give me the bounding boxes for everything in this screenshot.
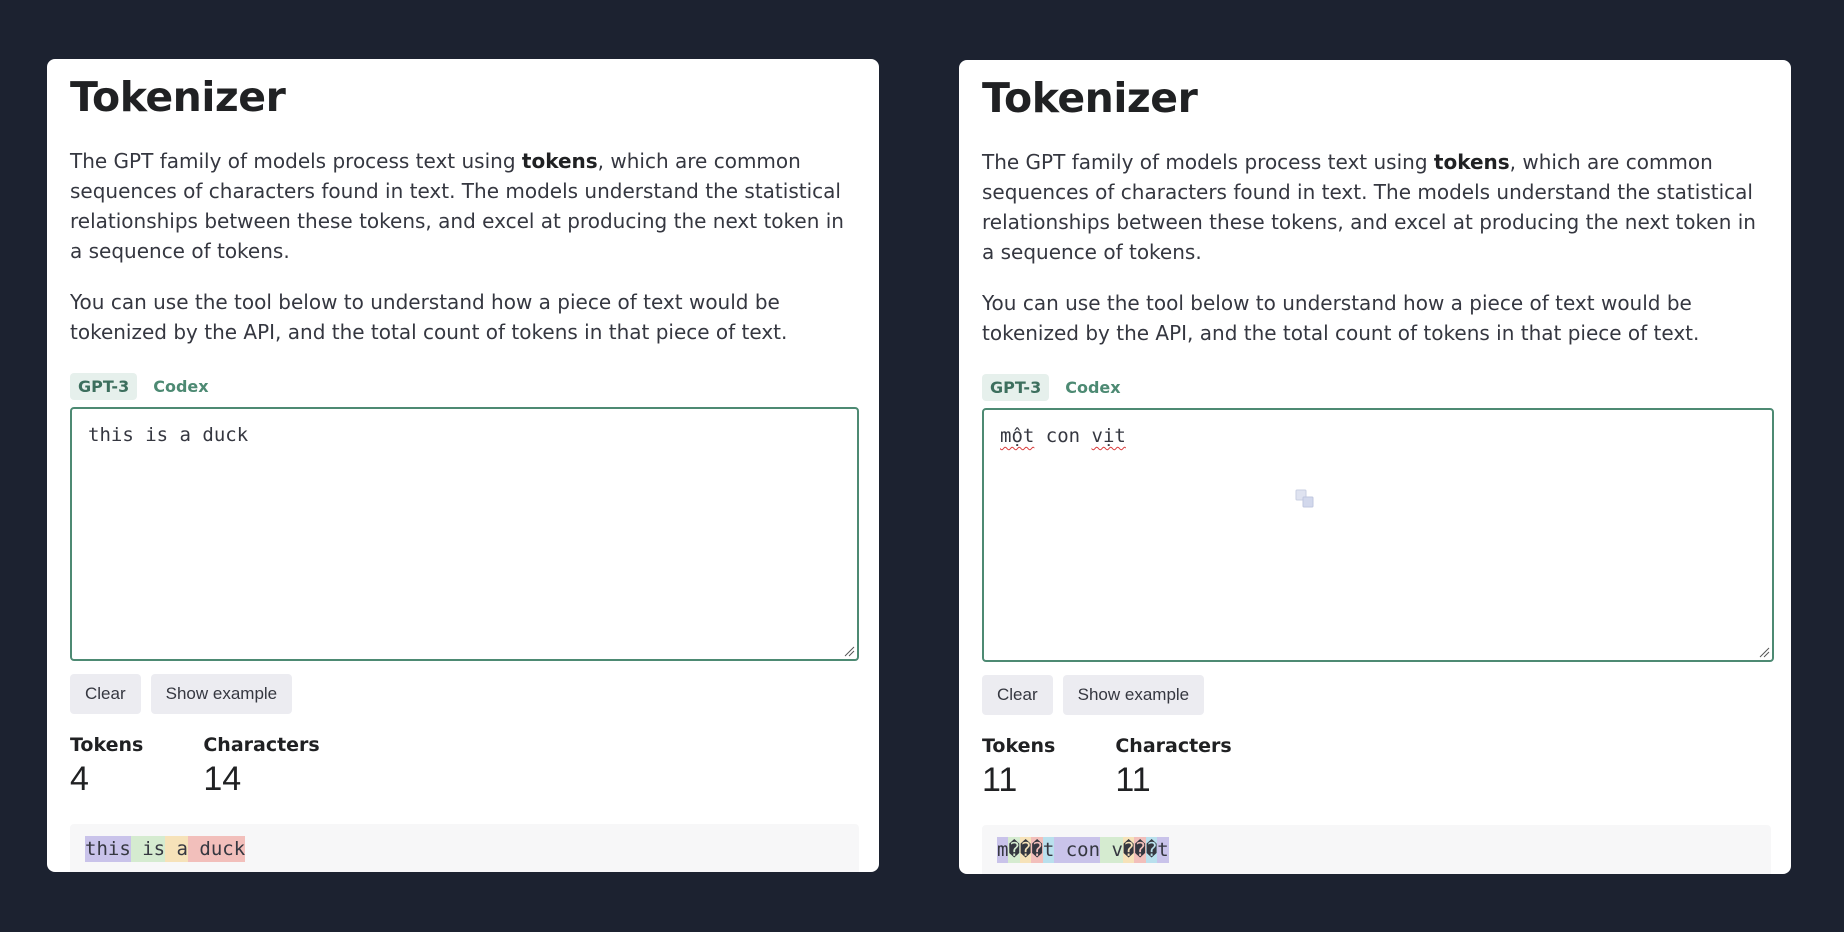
action-buttons: Clear Show example — [70, 674, 859, 715]
show-example-button[interactable]: Show example — [1062, 675, 1205, 716]
token-chip: v — [1100, 837, 1123, 863]
show-example-button[interactable]: Show example — [150, 674, 293, 715]
resize-handle-icon[interactable] — [1758, 646, 1770, 658]
token-chip: � — [1031, 837, 1043, 863]
tokenizer-panel-left: Tokenizer The GPT family of models proce… — [47, 59, 879, 872]
token-chip: this — [85, 836, 131, 862]
tokens-stat: Tokens 4 — [70, 733, 143, 799]
tab-gpt3[interactable]: GPT-3 — [982, 373, 1050, 401]
intro-text-start: The GPT family of models process text us… — [982, 150, 1434, 175]
token-chip: � — [1134, 837, 1146, 863]
intro-text-start: The GPT family of models process text us… — [70, 149, 522, 174]
token-chip: t — [1042, 837, 1055, 863]
tokens-label: Tokens — [982, 735, 1056, 758]
tab-codex[interactable]: Codex — [145, 373, 216, 400]
intro-paragraph: The GPT family of models process text us… — [70, 146, 859, 266]
tokens-stat: Tokens 11 — [982, 734, 1055, 800]
drag-cursor-icon — [1295, 489, 1314, 508]
characters-label: Characters — [1115, 735, 1232, 758]
characters-stat: Characters 14 — [203, 733, 319, 799]
token-chip: � — [1008, 837, 1020, 863]
action-buttons: Clear Show example — [982, 675, 1771, 716]
misspelled-word: một — [1000, 425, 1035, 448]
token-chip: con — [1054, 837, 1101, 863]
token-stats: Tokens 11 Characters 11 — [982, 734, 1771, 800]
token-chip: t — [1157, 837, 1169, 863]
misspelled-word: vịt — [1091, 425, 1126, 448]
model-tabs: GPT-3 Codex — [70, 372, 859, 400]
token-chip: is — [130, 836, 166, 862]
intro-paragraph: The GPT family of models process text us… — [982, 147, 1771, 267]
text-input-value[interactable]: một con vịt — [984, 410, 1772, 660]
token-chip: m — [997, 837, 1009, 863]
token-chip: � — [1145, 837, 1158, 863]
model-tabs: GPT-3 Codex — [982, 373, 1771, 401]
input-word: con — [1034, 425, 1092, 448]
token-chip: a — [165, 836, 188, 862]
token-visualization: m���t con v���t — [982, 825, 1771, 874]
resize-handle-icon[interactable] — [843, 645, 855, 657]
characters-count: 14 — [203, 760, 242, 799]
token-chip: duck — [187, 836, 246, 862]
text-input-area[interactable]: một con vịt — [982, 408, 1774, 663]
tokenizer-panel-right: Tokenizer The GPT family of models proce… — [959, 60, 1791, 874]
tokens-label: Tokens — [70, 734, 144, 757]
page-title: Tokenizer — [70, 73, 286, 121]
page-title: Tokenizer — [982, 74, 1198, 122]
tokens-count: 4 — [70, 760, 89, 799]
characters-label: Characters — [203, 734, 320, 757]
token-visualization: this is a duck — [70, 824, 859, 872]
characters-stat: Characters 11 — [1115, 734, 1231, 800]
token-stats: Tokens 4 Characters 14 — [70, 733, 859, 799]
characters-count: 11 — [1115, 761, 1151, 800]
text-input-value[interactable]: this is a duck — [72, 409, 857, 659]
tab-gpt3[interactable]: GPT-3 — [70, 372, 138, 400]
tab-codex[interactable]: Codex — [1057, 374, 1128, 401]
intro-bold-term: tokens — [521, 149, 598, 174]
clear-button[interactable]: Clear — [70, 674, 141, 715]
clear-button[interactable]: Clear — [982, 675, 1053, 716]
tool-paragraph: You can use the tool below to understand… — [70, 290, 788, 345]
token-chip: � — [1019, 837, 1032, 863]
token-chip: � — [1122, 837, 1135, 863]
intro-bold-term: tokens — [1433, 150, 1510, 175]
text-input-area[interactable]: this is a duck — [70, 407, 859, 662]
tokens-count: 11 — [982, 761, 1018, 800]
tool-paragraph: You can use the tool below to understand… — [982, 291, 1700, 346]
